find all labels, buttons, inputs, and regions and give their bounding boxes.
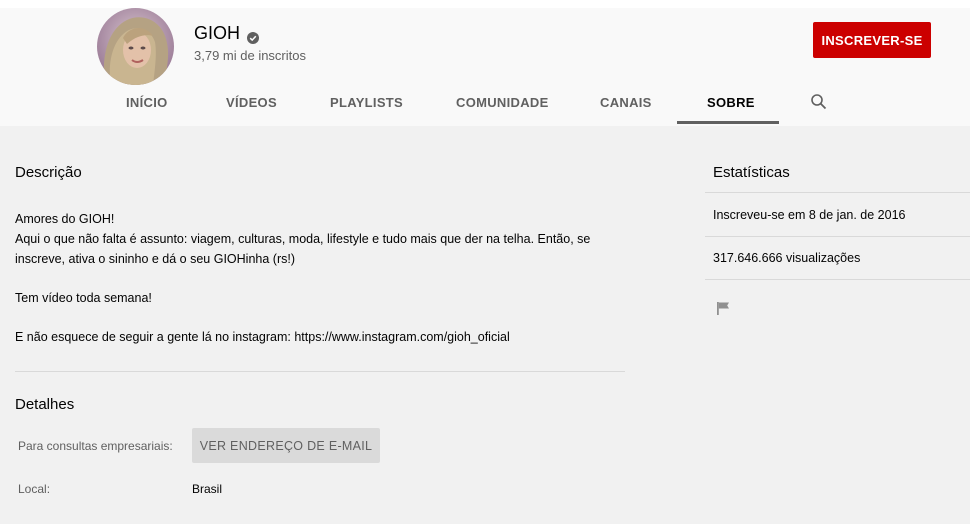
subscriber-count: 3,79 mi de inscritos (194, 48, 306, 63)
stats-divider (705, 236, 970, 237)
channel-name: GIOH (194, 23, 241, 43)
stats-divider (705, 279, 970, 280)
tab-playlists[interactable]: PLAYLISTS (330, 95, 403, 110)
joined-date: Inscreveu-se em 8 de jan. de 2016 (713, 208, 906, 222)
search-icon[interactable] (810, 93, 828, 111)
channel-header: GIOH 3,79 mi de inscritos INSCREVER-SE I… (0, 8, 970, 126)
flag-icon[interactable] (715, 300, 733, 318)
tab-canais[interactable]: CANAIS (600, 95, 652, 110)
stats-title: Estatísticas (713, 164, 790, 181)
description-line: Aqui o que não falta é assunto: viagem, … (15, 232, 591, 266)
description-body: Amores do GIOH! Aqui o que não falta é a… (15, 209, 625, 347)
description-line[interactable]: E não esquece de seguir a gente lá no in… (15, 327, 625, 347)
location-value: Brasil (192, 482, 223, 496)
description-title: Descrição (15, 164, 82, 181)
channel-name-row: GIOH (194, 23, 260, 44)
tab-sobre[interactable]: SOBRE (707, 95, 755, 110)
description-line: Tem vídeo toda semana! (15, 291, 152, 305)
tab-comunidade[interactable]: COMUNIDADE (456, 95, 549, 110)
about-content: Descrição Amores do GIOH! Aqui o que não… (0, 126, 970, 524)
details-title: Detalhes (15, 396, 75, 413)
business-inquiries-label: Para consultas empresariais: (18, 439, 173, 453)
channel-avatar[interactable] (97, 8, 174, 85)
stats-divider (705, 192, 970, 193)
location-label: Local: (18, 482, 51, 496)
active-tab-indicator (677, 121, 779, 124)
tab-inicio[interactable]: INÍCIO (126, 95, 168, 110)
description-line: Amores do GIOH! (15, 212, 115, 226)
section-divider (15, 371, 625, 372)
subscribe-button[interactable]: INSCREVER-SE (813, 22, 931, 58)
view-count: 317.646.666 visualizações (713, 251, 861, 265)
tab-videos[interactable]: VÍDEOS (226, 95, 277, 110)
verified-check-icon (247, 28, 260, 44)
view-email-button[interactable]: VER ENDEREÇO DE E-MAIL (192, 428, 380, 463)
